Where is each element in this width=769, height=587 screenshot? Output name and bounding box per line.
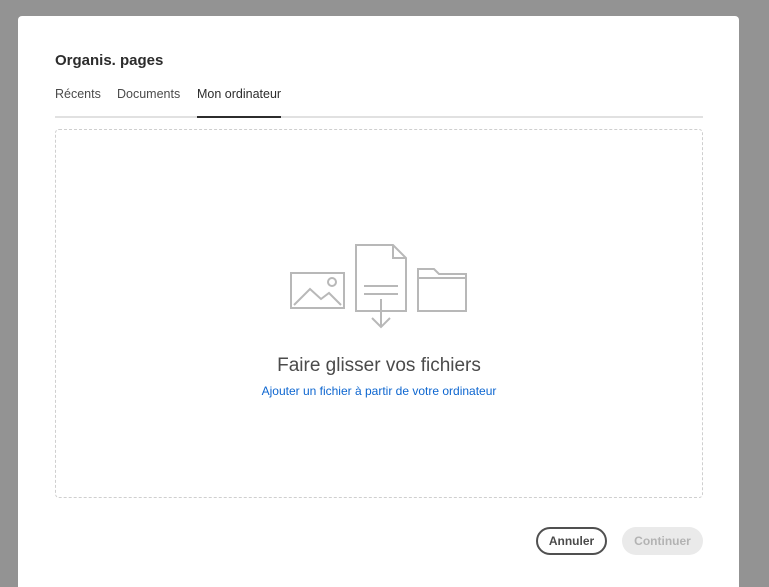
dialog-title: Organis. pages <box>55 52 164 69</box>
tab-documents[interactable]: Documents <box>117 86 180 116</box>
tab-recents[interactable]: Récents <box>55 86 101 116</box>
image-icon <box>290 272 345 309</box>
tab-mon-ordinateur[interactable]: Mon ordinateur <box>197 86 282 118</box>
continue-button[interactable]: Continuer <box>622 527 703 555</box>
dropzone-title: Faire glisser vos fichiers <box>277 355 481 376</box>
dropzone-illustration <box>290 244 467 329</box>
dialog: Organis. pages Récents Documents Mon ord… <box>18 16 739 587</box>
add-file-link[interactable]: Ajouter un fichier à partir de votre ord… <box>56 384 702 398</box>
cancel-button[interactable]: Annuler <box>536 527 607 555</box>
document-download-icon <box>355 244 407 329</box>
file-dropzone[interactable]: Faire glisser vos fichiers Ajouter un fi… <box>55 129 703 498</box>
add-file-link-text: Ajouter un fichier à partir de votre ord… <box>261 384 497 398</box>
tab-bar: Récents Documents Mon ordinateur <box>55 86 703 118</box>
folder-icon <box>417 268 467 312</box>
